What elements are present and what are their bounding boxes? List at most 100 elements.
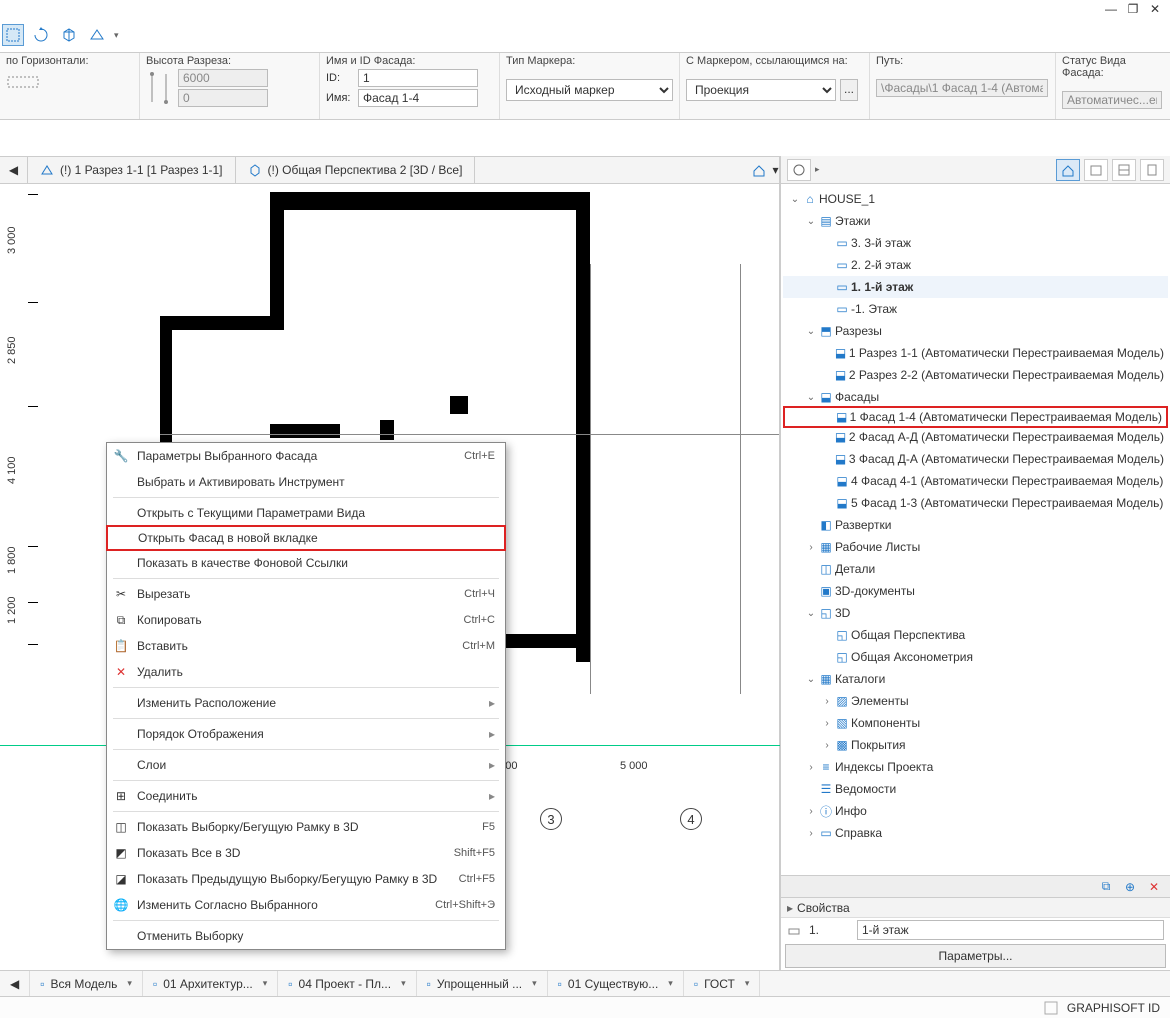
tree-2-фасад-а-д-автоматически-пере[interactable]: ⬓2 Фасад А-Д (Автоматически Перестраивае… <box>783 426 1168 448</box>
tree-компоненты[interactable]: ›▧Компоненты <box>783 712 1168 734</box>
status-layer[interactable]: ▫01 Архитектур... <box>143 971 278 996</box>
tree-покрытия[interactable]: ›▩Покрытия <box>783 734 1168 756</box>
tree-ведомости[interactable]: ☰Ведомости <box>783 778 1168 800</box>
height-bot-input[interactable] <box>178 89 268 107</box>
ctx-показать-все-в-3d[interactable]: ◩Показать Все в 3DShift+F5 <box>107 840 505 866</box>
tree-элементы[interactable]: ›▨Элементы <box>783 690 1168 712</box>
tree-4-фасад-4-1-автоматически-пере[interactable]: ⬓4 Фасад 4-1 (Автоматически Перестраивае… <box>783 470 1168 492</box>
status-sel[interactable]: ▫Вся Модель <box>30 971 143 996</box>
tree-каталоги[interactable]: ⌄▦Каталоги <box>783 668 1168 690</box>
ref-more-button[interactable]: ... <box>840 79 858 101</box>
tab-perspective[interactable]: (!) Общая Перспектива 2 [3D / Все] <box>236 157 476 183</box>
ctx-копировать[interactable]: ⧉КопироватьCtrl+C <box>107 607 505 633</box>
nav-settings-button[interactable] <box>787 159 811 181</box>
props-params-button[interactable]: Параметры... <box>785 944 1166 968</box>
navigator-tree[interactable]: ⌄⌂HOUSE_1⌄▤Этажи▭3. 3-й этаж▭2. 2-й этаж… <box>781 184 1170 875</box>
toggle-icon[interactable]: ⌄ <box>805 674 817 685</box>
ctx-открыть-с-текущими-параметрами[interactable]: Открыть с Текущими Параметрами Вида <box>107 500 505 526</box>
rotate-icon[interactable] <box>30 24 52 46</box>
tree-фасады[interactable]: ⌄⬓Фасады <box>783 386 1168 408</box>
perspective-icon[interactable] <box>86 24 108 46</box>
tab-prev-button[interactable]: ◀ <box>0 157 28 183</box>
footer-label[interactable]: GRAPHISOFT ID <box>1067 1001 1160 1015</box>
ctx-показать-выборку-бегущую-рамку[interactable]: ◫Показать Выборку/Бегущую Рамку в 3DF5 <box>107 814 505 840</box>
toggle-icon[interactable]: › <box>805 542 817 553</box>
ctx-показать-в-качестве-фоновой-сс[interactable]: Показать в качестве Фоновой Ссылки <box>107 550 505 576</box>
status-pen[interactable]: ▫Упрощенный ... <box>417 971 548 996</box>
toggle-icon[interactable]: › <box>821 696 833 707</box>
tree-5-фасад-1-3-автоматически-пере[interactable]: ⬓5 Фасад 1-3 (Автоматически Перестраивае… <box>783 492 1168 514</box>
status-prev[interactable]: ◀ <box>0 971 30 996</box>
tree-1-разрез-1-1-автоматически-пер[interactable]: ⬓1 Разрез 1-1 (Автоматически Перестраива… <box>783 342 1168 364</box>
ctx-изменить-согласно-выбранного[interactable]: 🌐Изменить Согласно ВыбранногоCtrl+Shift+… <box>107 892 505 918</box>
ref-select[interactable]: Проекция <box>686 79 836 101</box>
ctx-параметры-выбранного-фасада[interactable]: 🔧Параметры Выбранного ФасадаCtrl+E <box>107 443 505 469</box>
cube-icon[interactable] <box>58 24 80 46</box>
tree-детали[interactable]: ◫Детали <box>783 558 1168 580</box>
tree-рабочие-листы[interactable]: ›▦Рабочие Листы <box>783 536 1168 558</box>
ctx-порядок-отображения[interactable]: Порядок Отображения▸ <box>107 721 505 747</box>
toggle-icon[interactable]: ⌄ <box>805 326 817 337</box>
status-view[interactable]: ▫01 Существую... <box>548 971 684 996</box>
name-input[interactable] <box>358 89 478 107</box>
ctx-открыть-фасад-в-новой-вкладке[interactable]: Открыть Фасад в новой вкладке <box>106 525 506 551</box>
ctx-показать-предыдущую-выборку-бе[interactable]: ◪Показать Предыдущую Выборку/Бегущую Рам… <box>107 866 505 892</box>
toggle-icon[interactable]: › <box>805 828 817 839</box>
toggle-icon[interactable]: ⌄ <box>805 608 817 619</box>
tree-1-1-й-этаж[interactable]: ▭1. 1-й этаж <box>783 276 1168 298</box>
prop-delete-button[interactable]: ✕ <box>1144 878 1164 896</box>
close-button[interactable]: ✕ <box>1146 2 1164 16</box>
toggle-icon[interactable]: ⌄ <box>789 194 801 205</box>
tree-инфо[interactable]: ›ⓘИнфо <box>783 800 1168 822</box>
ctx-вырезать[interactable]: ✂ВырезатьCtrl+Ч <box>107 581 505 607</box>
prop-new-button[interactable]: ⧉ <box>1096 878 1116 896</box>
height-top-input[interactable] <box>178 69 268 87</box>
ctx-слои[interactable]: Слои▸ <box>107 752 505 778</box>
tree-2-разрез-2-2-автоматически-пер[interactable]: ⬓2 Разрез 2-2 (Автоматически Перестраива… <box>783 364 1168 386</box>
tree-развертки[interactable]: ◧Развертки <box>783 514 1168 536</box>
nav-view-button[interactable] <box>1084 159 1108 181</box>
tree-3-фасад-д-а-автоматически-пере[interactable]: ⬓3 Фасад Д-А (Автоматически Перестраивае… <box>783 448 1168 470</box>
toggle-icon[interactable]: › <box>805 806 817 817</box>
tree-2-2-й-этаж[interactable]: ▭2. 2-й этаж <box>783 254 1168 276</box>
tree-house-1[interactable]: ⌄⌂HOUSE_1 <box>783 188 1168 210</box>
status-scale[interactable]: ▫04 Проект - Пл... <box>278 971 416 996</box>
id-input[interactable] <box>358 69 478 87</box>
ctx-выбрать-и-активировать-инструм[interactable]: Выбрать и Активировать Инструмент <box>107 469 505 495</box>
toggle-icon[interactable]: › <box>821 740 833 751</box>
status-input[interactable] <box>1062 91 1162 109</box>
ctx-отменить-выборку[interactable]: Отменить Выборку <box>107 923 505 949</box>
tree-разрезы[interactable]: ⌄⬒Разрезы <box>783 320 1168 342</box>
status-std[interactable]: ▫ГОСТ <box>684 971 761 996</box>
toggle-icon[interactable]: › <box>821 718 833 729</box>
ctx-вставить[interactable]: 📋ВставитьCtrl+M <box>107 633 505 659</box>
marker-select[interactable]: Исходный маркер <box>506 79 673 101</box>
nav-project-button[interactable] <box>1056 159 1080 181</box>
nav-dropdown-icon[interactable]: ▸ <box>815 164 820 175</box>
toggle-icon[interactable]: ⌄ <box>805 216 817 227</box>
ctx-изменить-расположение[interactable]: Изменить Расположение▸ <box>107 690 505 716</box>
tree-3d-документы[interactable]: ▣3D-документы <box>783 580 1168 602</box>
tree--1-этаж[interactable]: ▭-1. Этаж <box>783 298 1168 320</box>
maximize-button[interactable]: ❐ <box>1124 2 1142 16</box>
tree-индексы-проекта[interactable]: ›≡Индексы Проекта <box>783 756 1168 778</box>
ctx-соединить[interactable]: ⊞Соединить▸ <box>107 783 505 809</box>
toggle-icon[interactable]: ⌄ <box>805 392 817 403</box>
minimize-button[interactable]: — <box>1102 2 1120 16</box>
marquee-icon[interactable] <box>2 24 24 46</box>
ctx-удалить[interactable]: ✕Удалить <box>107 659 505 685</box>
tree-справка[interactable]: ›▭Справка <box>783 822 1168 844</box>
tree-1-фасад-1-4-автоматически-пере[interactable]: ⬓1 Фасад 1-4 (Автоматически Перестраивае… <box>783 406 1168 428</box>
nav-publisher-button[interactable] <box>1140 159 1164 181</box>
path-input[interactable] <box>876 79 1048 97</box>
tree-этажи[interactable]: ⌄▤Этажи <box>783 210 1168 232</box>
prop-add-button[interactable]: ⊕ <box>1120 878 1140 896</box>
tree-3d[interactable]: ⌄◱3D <box>783 602 1168 624</box>
props-value-input[interactable] <box>857 920 1164 940</box>
tab-home-button[interactable]: ▾ <box>752 157 780 183</box>
nav-layout-button[interactable] <box>1112 159 1136 181</box>
tree-общая-перспектива[interactable]: ◱Общая Перспектива <box>783 624 1168 646</box>
toggle-icon[interactable]: › <box>805 762 817 773</box>
tree-3-3-й-этаж[interactable]: ▭3. 3-й этаж <box>783 232 1168 254</box>
tree-общая-аксонометрия[interactable]: ◱Общая Аксонометрия <box>783 646 1168 668</box>
